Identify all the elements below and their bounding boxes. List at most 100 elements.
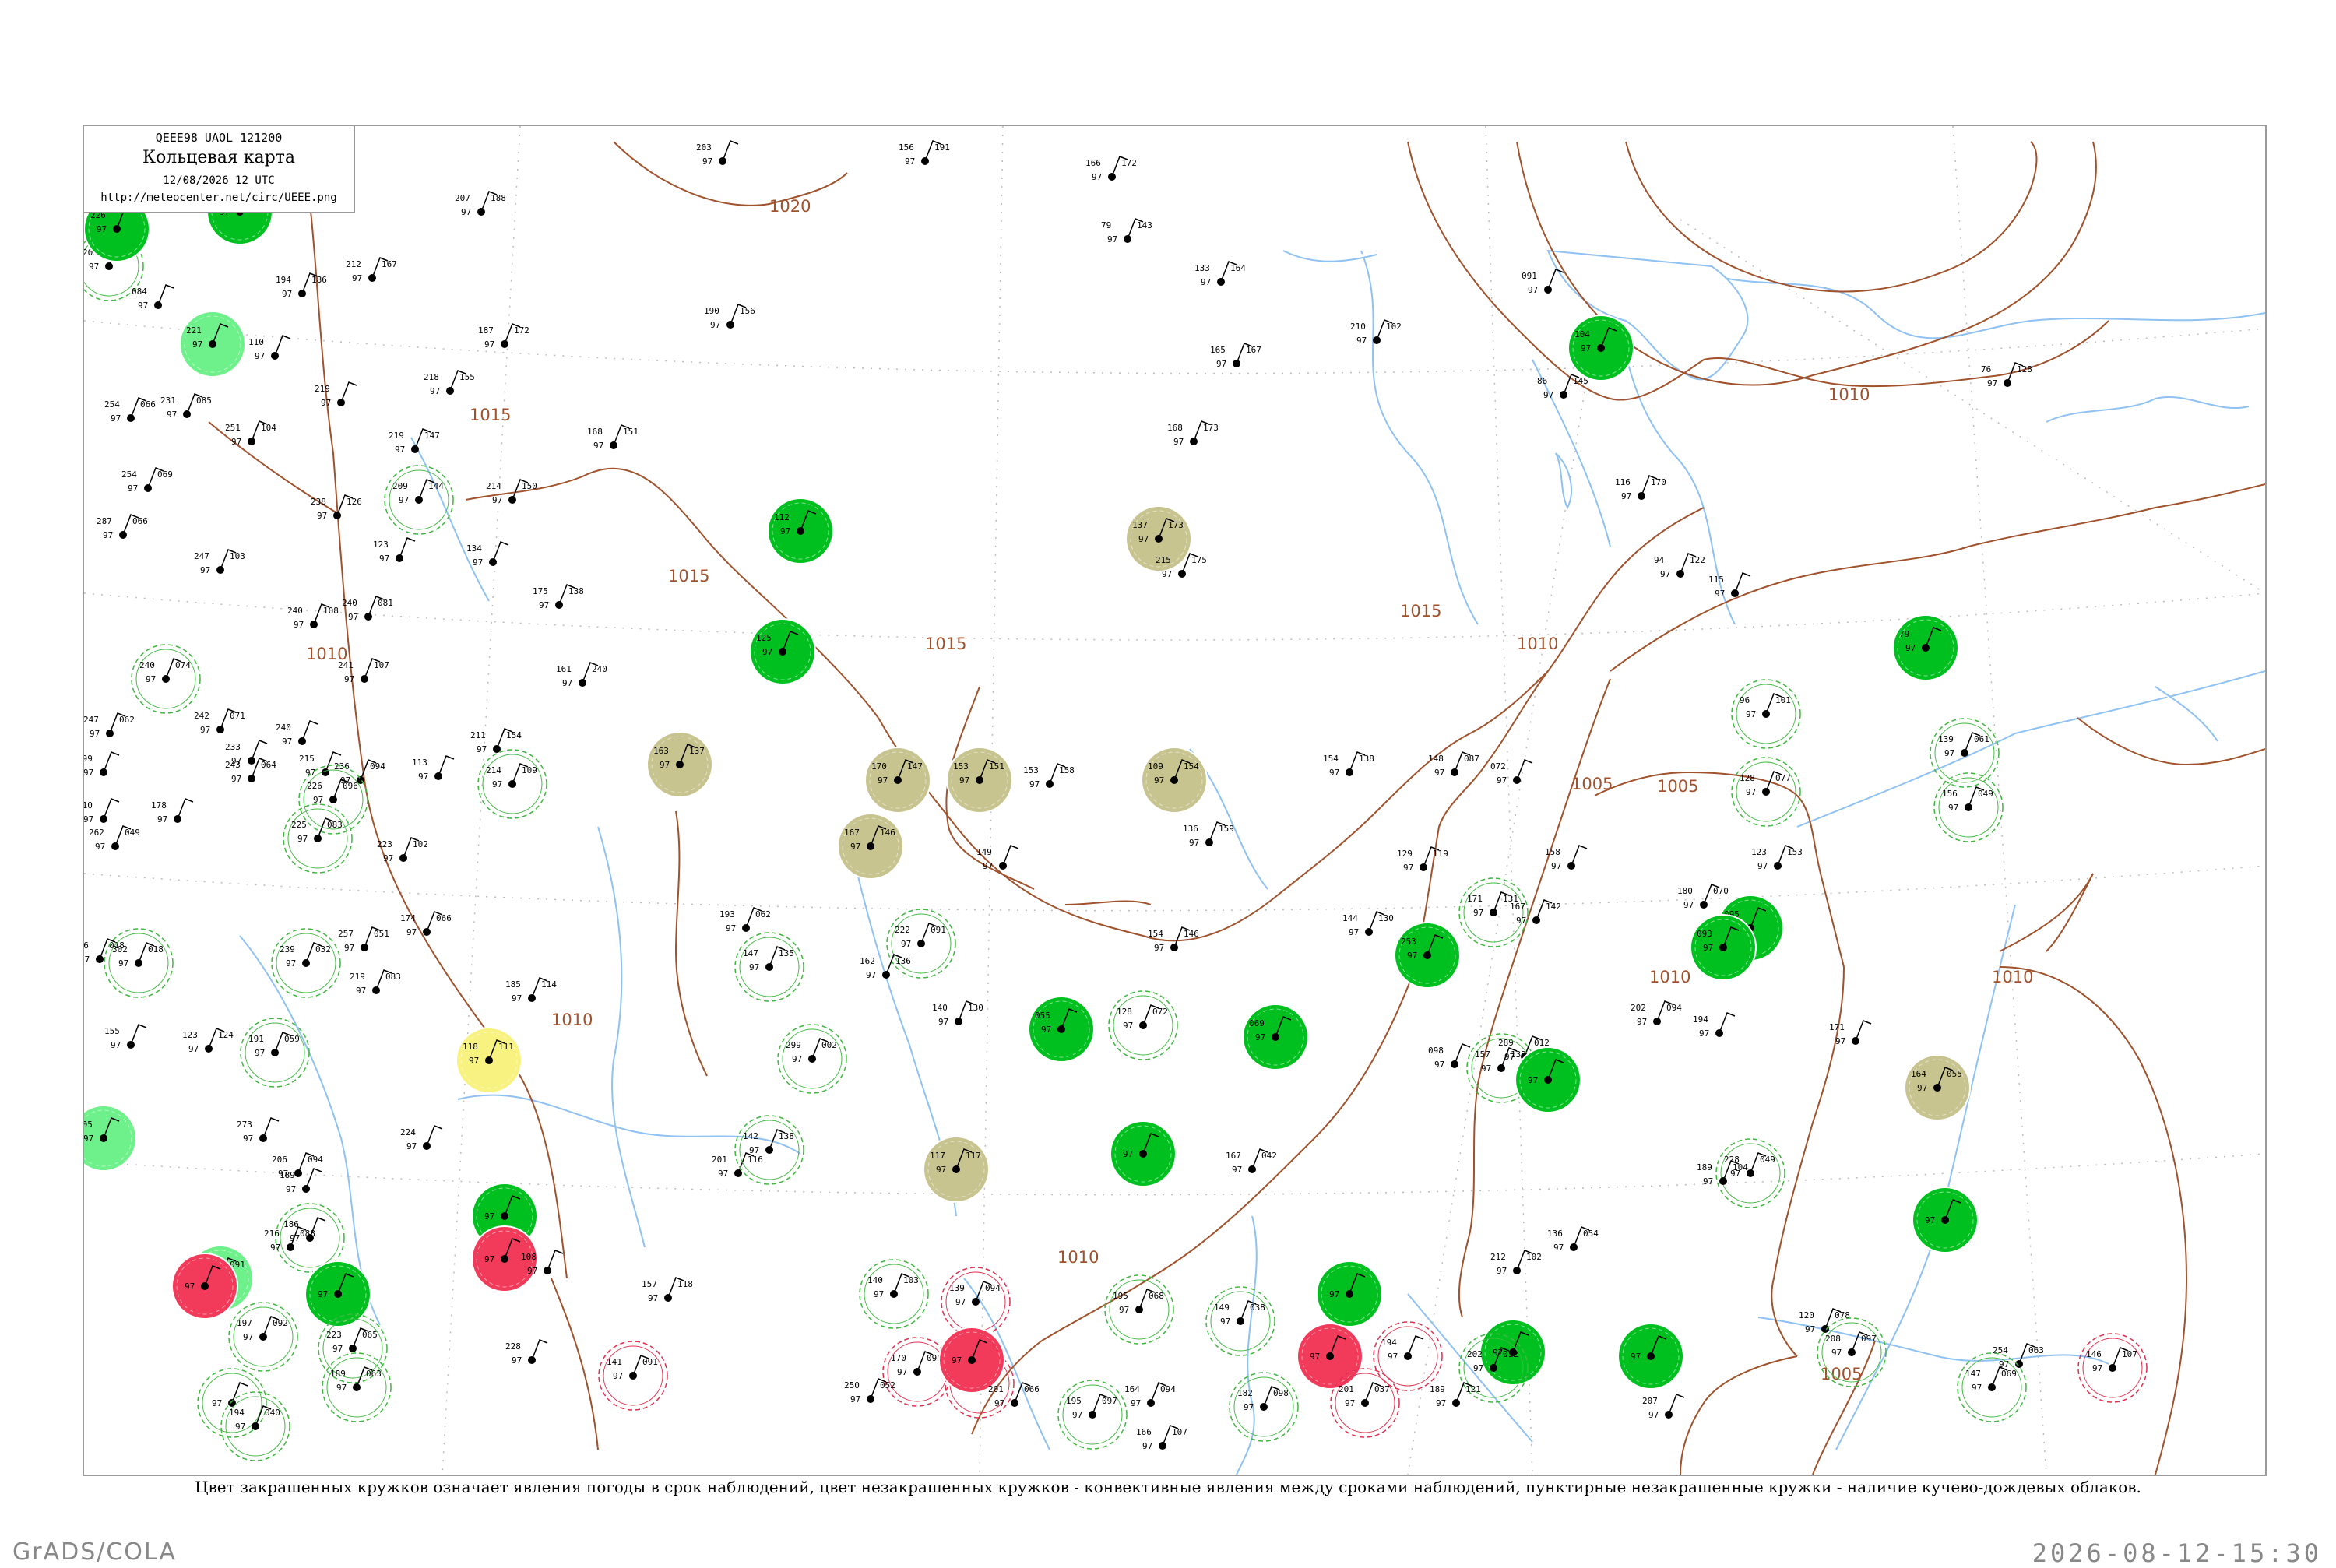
- station-marker[interactable]: 167 142 97: [1510, 899, 1561, 926]
- station-marker[interactable]: 97: [1110, 1120, 1177, 1187]
- station-marker[interactable]: 12397: [373, 537, 416, 564]
- station-marker[interactable]: 165 167 97: [1210, 343, 1261, 369]
- station-marker[interactable]: 118 111 97: [456, 1027, 522, 1094]
- station-marker[interactable]: 97: [1296, 1323, 1363, 1390]
- station-marker[interactable]: 168 151 97: [587, 424, 639, 451]
- station-marker[interactable]: 156 049 97: [1933, 772, 2004, 842]
- station-marker[interactable]: 15597: [104, 1024, 147, 1050]
- station-marker[interactable]: 141 091 97: [598, 1341, 668, 1411]
- station-marker[interactable]: 170 147 97: [864, 747, 931, 814]
- station-marker[interactable]: 128 072 97: [1108, 990, 1178, 1060]
- station-marker[interactable]: 123 124 97: [182, 1028, 234, 1054]
- station-marker[interactable]: 97: [938, 1327, 1005, 1394]
- station-marker[interactable]: 20397: [696, 140, 739, 167]
- station-marker[interactable]: 97: [1617, 1323, 1684, 1390]
- station-marker[interactable]: 191 059 97: [240, 1018, 310, 1088]
- station-marker[interactable]: 302 018 97: [104, 928, 174, 998]
- station-marker[interactable]: 22897: [505, 1339, 548, 1366]
- station-marker[interactable]: 25397: [1394, 922, 1461, 989]
- station-marker[interactable]: 190 156 97: [704, 304, 755, 330]
- station-marker[interactable]: 109 154 97: [1141, 747, 1208, 814]
- station-marker[interactable]: 156 191 97: [899, 140, 950, 167]
- station-marker[interactable]: 97: [304, 1260, 371, 1327]
- station-marker[interactable]: 97: [1515, 1046, 1581, 1113]
- station-marker[interactable]: 96 101 97: [1731, 679, 1801, 749]
- station-marker[interactable]: 146 107 97: [2077, 1333, 2148, 1403]
- station-marker[interactable]: 139 094 97: [941, 1267, 1011, 1337]
- station-marker[interactable]: 123 153 97: [1751, 845, 1803, 871]
- station-marker[interactable]: 97: [1316, 1260, 1383, 1327]
- station-marker[interactable]: 97: [171, 1253, 238, 1320]
- station-marker[interactable]: 254 069 97: [121, 467, 173, 494]
- station-marker[interactable]: 94 122 97: [1654, 553, 1705, 579]
- station-marker[interactable]: 250 052 97: [844, 1378, 895, 1405]
- station-marker[interactable]: 17197: [1829, 1020, 1872, 1046]
- station-marker[interactable]: 207 188 97: [455, 191, 506, 217]
- station-marker[interactable]: 144 130 97: [1342, 911, 1394, 937]
- station-marker[interactable]: 247 062 97: [84, 712, 135, 739]
- station-marker[interactable]: 08497: [132, 284, 174, 311]
- station-marker[interactable]: 223 102 97: [377, 837, 428, 863]
- station-marker[interactable]: 148 087 97: [1428, 751, 1479, 778]
- station-marker[interactable]: 21097: [84, 798, 120, 824]
- station-marker[interactable]: 194 040 97: [220, 1391, 290, 1461]
- station-marker[interactable]: 251 104 97: [225, 420, 276, 447]
- station-marker[interactable]: 180 070 97: [1677, 884, 1729, 910]
- station-marker[interactable]: 262 049 97: [89, 825, 140, 852]
- station-marker[interactable]: 211 154 97: [470, 728, 522, 754]
- station-marker[interactable]: 12597: [749, 618, 816, 685]
- station-marker[interactable]: 19497: [1693, 1012, 1736, 1039]
- station-marker[interactable]: 11297: [767, 497, 834, 564]
- station-marker[interactable]: 241 107 97: [338, 658, 389, 684]
- station-marker[interactable]: 153 151 97: [946, 747, 1013, 814]
- station-marker[interactable]: 120 07897: [1799, 1308, 1850, 1334]
- station-marker[interactable]: 157 118 97: [642, 1277, 693, 1303]
- station-marker[interactable]: 07297: [1490, 759, 1533, 786]
- station-marker[interactable]: 136 159 97: [1183, 821, 1234, 848]
- station-marker[interactable]: 209 144 97: [384, 465, 454, 535]
- station-marker[interactable]: 76 128 97: [1981, 362, 2032, 388]
- station-marker[interactable]: 163 137 97: [646, 731, 713, 798]
- station-marker[interactable]: 171 13197: [1458, 877, 1529, 947]
- station-marker[interactable]: 21997: [315, 381, 357, 408]
- station-marker[interactable]: 240 108 97: [287, 603, 339, 630]
- station-marker[interactable]: 210 102 97: [1350, 319, 1402, 346]
- station-marker[interactable]: 240 081 97: [342, 596, 393, 622]
- station-marker[interactable]: 236 09497: [334, 759, 385, 786]
- station-marker[interactable]: 195 097 97: [1057, 1380, 1128, 1450]
- station-marker[interactable]: 161 240 97: [556, 662, 607, 688]
- station-marker[interactable]: 154 138 97: [1323, 751, 1374, 778]
- station-marker[interactable]: 219 083 97: [350, 969, 401, 996]
- station-marker[interactable]: 10597: [84, 1105, 137, 1172]
- station-marker[interactable]: 182 098 97: [1229, 1372, 1299, 1442]
- station-marker[interactable]: 7997: [1892, 614, 1959, 681]
- station-marker[interactable]: 05597: [1028, 996, 1095, 1063]
- station-marker[interactable]: 13497: [466, 541, 509, 568]
- station-marker[interactable]: 129 119 97: [1397, 846, 1448, 873]
- station-marker[interactable]: 187 172 97: [478, 323, 529, 350]
- station-marker[interactable]: 09897: [1428, 1043, 1471, 1070]
- station-marker[interactable]: 240 074 97: [131, 644, 201, 714]
- station-marker[interactable]: 168 173 97: [1167, 420, 1219, 447]
- map-canvas[interactable]: 1020101510151015101010101010101010151010…: [84, 126, 2265, 1475]
- station-marker[interactable]: 222 091 97: [886, 909, 956, 979]
- station-marker[interactable]: 214 109 97: [477, 749, 547, 819]
- station-marker[interactable]: 136 054 97: [1547, 1226, 1599, 1253]
- station-marker[interactable]: 79 143 97: [1101, 218, 1152, 244]
- station-marker[interactable]: 19997: [84, 751, 120, 778]
- station-marker[interactable]: 174 066 97: [400, 911, 452, 937]
- station-marker[interactable]: 185 114 97: [505, 977, 557, 1004]
- station-marker[interactable]: 14997: [976, 845, 1019, 871]
- station-marker[interactable]: 27397: [237, 1117, 280, 1144]
- station-marker[interactable]: 133 164 97: [1194, 261, 1246, 287]
- station-marker[interactable]: 201 037 97: [1330, 1368, 1400, 1438]
- station-marker[interactable]: 254 066 97: [104, 397, 156, 424]
- station-marker[interactable]: 225 083 97: [283, 803, 353, 874]
- station-marker[interactable]: 287 066 97: [97, 514, 148, 540]
- station-marker[interactable]: 197 092 97: [228, 1302, 298, 1372]
- station-marker[interactable]: 189 063 97: [322, 1352, 392, 1422]
- station-marker[interactable]: 167 146 97: [837, 813, 904, 880]
- station-marker[interactable]: 147 135 97: [734, 932, 804, 1002]
- station-marker[interactable]: 175 138 97: [533, 584, 584, 610]
- station-marker[interactable]: 166 107 97: [1136, 1425, 1187, 1451]
